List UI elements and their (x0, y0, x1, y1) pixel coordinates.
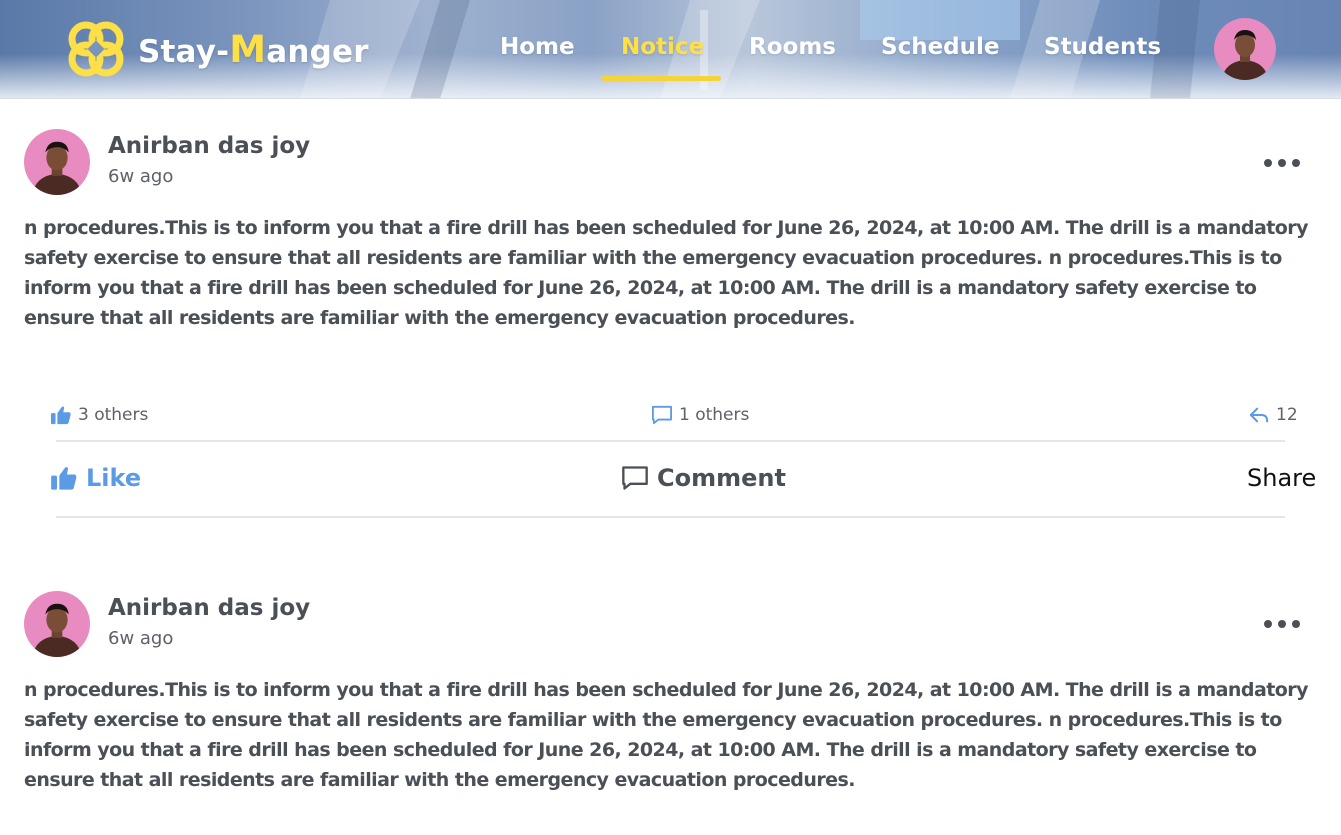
nav-notice[interactable]: Notice (621, 34, 704, 60)
like-button[interactable]: Like (50, 464, 141, 492)
post-body: n procedures.This is to inform you that … (24, 217, 1308, 329)
thumbs-up-icon (51, 467, 77, 490)
post-time: 6w ago (108, 628, 174, 649)
reply-arrow-icon (1249, 407, 1269, 423)
nav-home[interactable]: Home (500, 34, 575, 60)
comment-button-label: Comment (657, 464, 786, 492)
brand-logo-icon[interactable] (64, 17, 128, 81)
top-navbar: Stay-Manger Home Notice Rooms Schedule S… (0, 0, 1341, 99)
brand-prefix: Stay- (138, 34, 230, 70)
like-button-label: Like (86, 464, 142, 492)
profile-avatar[interactable] (1214, 18, 1276, 80)
brand-name[interactable]: Stay-Manger (138, 28, 369, 71)
shares-count-text: 12 (1276, 405, 1298, 425)
post-time: 6w ago (108, 166, 174, 187)
comments-count-text: 1 others (679, 405, 750, 425)
actions-divider (56, 516, 1285, 518)
share-button[interactable]: Share (1247, 464, 1316, 492)
nav-schedule[interactable]: Schedule (881, 34, 1000, 60)
post-body: n procedures.This is to inform you that … (24, 679, 1308, 791)
comment-bubble-icon (652, 405, 672, 425)
likes-count-text: 3 others (78, 405, 149, 425)
author-name[interactable]: Anirban das joy (108, 133, 310, 159)
nav-students[interactable]: Students (1044, 34, 1161, 60)
active-nav-indicator (601, 76, 721, 81)
brand-accent-letter: M (229, 28, 267, 71)
more-options-icon[interactable] (1262, 156, 1302, 170)
author-avatar[interactable] (24, 591, 90, 657)
brand-suffix: anger (266, 34, 369, 70)
stats-divider (56, 440, 1285, 442)
share-button-label: Share (1247, 464, 1317, 492)
nav-rooms[interactable]: Rooms (749, 34, 836, 60)
author-avatar[interactable] (24, 129, 90, 195)
author-name[interactable]: Anirban das joy (108, 595, 310, 621)
likes-count[interactable]: 3 others (50, 405, 148, 425)
comment-bubble-icon (622, 466, 648, 490)
thumbs-up-icon (51, 406, 71, 425)
more-options-icon[interactable] (1262, 617, 1302, 631)
comments-count[interactable]: 1 others (651, 405, 749, 425)
shares-count[interactable]: 12 (1248, 405, 1298, 425)
comment-button[interactable]: Comment (621, 464, 786, 492)
